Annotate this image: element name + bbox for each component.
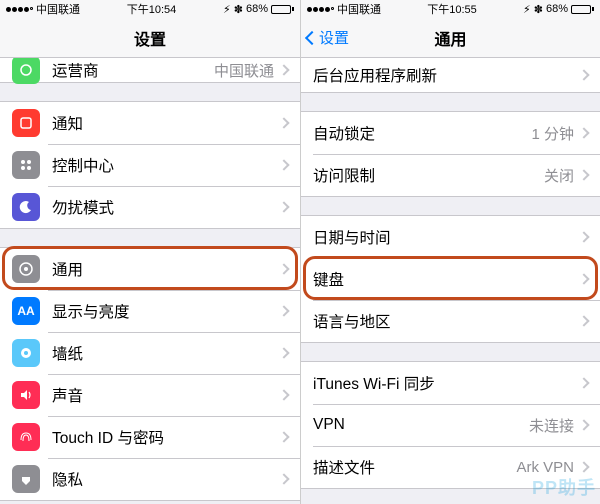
chevron-right-icon (278, 347, 289, 358)
row-language[interactable]: 语言与地区 (301, 300, 600, 342)
nav-bar: 设置 通用 (301, 18, 600, 58)
chevron-right-icon (278, 431, 289, 442)
notifications-icon (12, 109, 40, 137)
row-label: 隐私 (52, 468, 280, 490)
row-vpn[interactable]: VPN 未连接 (301, 404, 600, 446)
row-bg-refresh[interactable]: 后台应用程序刷新 (301, 58, 600, 92)
screen-general: 中国联通 下午10:55 ⚡︎ ✽ 68% 设置 通用 后台应用程序刷新 (300, 0, 600, 504)
row-privacy[interactable]: 隐私 (0, 458, 300, 500)
row-datetime[interactable]: 日期与时间 (301, 216, 600, 258)
row-control-center[interactable]: 控制中心 (0, 144, 300, 186)
battery-icon (271, 5, 294, 14)
row-notifications[interactable]: 通知 (0, 102, 300, 144)
row-value: 中国联通 (214, 60, 274, 81)
chevron-right-icon (578, 419, 589, 430)
row-label: iTunes Wi-Fi 同步 (313, 372, 580, 394)
row-label: 通知 (52, 112, 280, 134)
battery-percent: 68% (546, 3, 568, 15)
signal-dots-icon (6, 7, 33, 12)
bluetooth-icon: ⚡︎ ✽ (523, 3, 543, 16)
row-dnd[interactable]: 勿扰模式 (0, 186, 300, 228)
status-time: 下午10:55 (427, 1, 477, 17)
dnd-icon (12, 193, 40, 221)
row-label: 语言与地区 (313, 310, 580, 332)
row-wallpaper[interactable]: 墙纸 (0, 332, 300, 374)
chevron-left-icon (305, 30, 319, 44)
row-sound[interactable]: 声音 (0, 374, 300, 416)
row-label: 声音 (52, 384, 280, 406)
row-label: 显示与亮度 (52, 300, 280, 322)
bluetooth-icon: ⚡︎ ✽ (223, 3, 243, 16)
battery-percent: 68% (246, 3, 268, 15)
row-label: 键盘 (313, 268, 580, 290)
carrier-label: 中国联通 (36, 1, 80, 17)
nav-bar: 设置 (0, 18, 300, 58)
battery-icon (571, 5, 594, 14)
row-value: 未连接 (529, 415, 574, 436)
chevron-right-icon (578, 169, 589, 180)
status-bar: 中国联通 下午10:54 ⚡︎ ✽ 68% (0, 0, 300, 18)
row-general[interactable]: 通用 (0, 248, 300, 290)
display-icon: AA (12, 297, 40, 325)
row-itunes-wifi[interactable]: iTunes Wi-Fi 同步 (301, 362, 600, 404)
page-title: 通用 (434, 26, 466, 50)
general-icon (12, 255, 40, 283)
general-list[interactable]: 后台应用程序刷新 自动锁定 1 分钟 访问限制 关闭 日期与时间 (301, 58, 600, 504)
row-label: 自动锁定 (313, 122, 531, 144)
chevron-right-icon (578, 315, 589, 326)
row-label: Touch ID 与密码 (52, 426, 280, 448)
chevron-right-icon (278, 389, 289, 400)
chevron-right-icon (578, 127, 589, 138)
page-title: 设置 (134, 26, 166, 50)
chevron-right-icon (278, 201, 289, 212)
row-touchid[interactable]: Touch ID 与密码 (0, 416, 300, 458)
carrier-icon (12, 58, 40, 84)
row-keyboard[interactable]: 键盘 (301, 258, 600, 300)
row-label: 勿扰模式 (52, 196, 280, 218)
row-label: 后台应用程序刷新 (313, 64, 580, 86)
privacy-icon (12, 465, 40, 493)
chevron-right-icon (278, 263, 289, 274)
row-label: 控制中心 (52, 154, 280, 176)
touchid-icon (12, 423, 40, 451)
sound-icon (12, 381, 40, 409)
watermark: PP助手 (532, 474, 596, 500)
chevron-right-icon (578, 461, 589, 472)
chevron-right-icon (578, 69, 589, 80)
screen-settings: 中国联通 下午10:54 ⚡︎ ✽ 68% 设置 运营商 中国联通 (0, 0, 300, 504)
row-label: 通用 (52, 258, 280, 280)
row-label: 描述文件 (313, 456, 516, 478)
chevron-right-icon (278, 64, 289, 75)
row-value: 关闭 (544, 165, 574, 186)
chevron-right-icon (578, 273, 589, 284)
status-time: 下午10:54 (127, 1, 177, 17)
row-autolock[interactable]: 自动锁定 1 分钟 (301, 112, 600, 154)
chevron-right-icon (278, 159, 289, 170)
settings-list[interactable]: 运营商 中国联通 通知 控制中心 勿扰模式 (0, 58, 300, 504)
carrier-label: 中国联通 (337, 1, 381, 17)
status-bar: 中国联通 下午10:55 ⚡︎ ✽ 68% (301, 0, 600, 18)
row-restrictions[interactable]: 访问限制 关闭 (301, 154, 600, 196)
back-button[interactable]: 设置 (307, 27, 349, 48)
row-value: Ark VPN (516, 459, 574, 476)
wallpaper-icon (12, 339, 40, 367)
signal-dots-icon (307, 7, 334, 12)
row-label: VPN (313, 416, 529, 434)
chevron-right-icon (278, 117, 289, 128)
chevron-right-icon (278, 305, 289, 316)
row-carrier[interactable]: 运营商 中国联通 (0, 58, 300, 82)
row-display[interactable]: AA 显示与亮度 (0, 290, 300, 332)
row-label: 访问限制 (313, 164, 544, 186)
chevron-right-icon (578, 231, 589, 242)
chevron-right-icon (578, 377, 589, 388)
row-label: 墙纸 (52, 342, 280, 364)
chevron-right-icon (278, 473, 289, 484)
row-label: 日期与时间 (313, 226, 580, 248)
control-center-icon (12, 151, 40, 179)
row-label: 运营商 (52, 59, 214, 81)
row-value: 1 分钟 (531, 123, 574, 144)
back-label: 设置 (319, 27, 349, 48)
